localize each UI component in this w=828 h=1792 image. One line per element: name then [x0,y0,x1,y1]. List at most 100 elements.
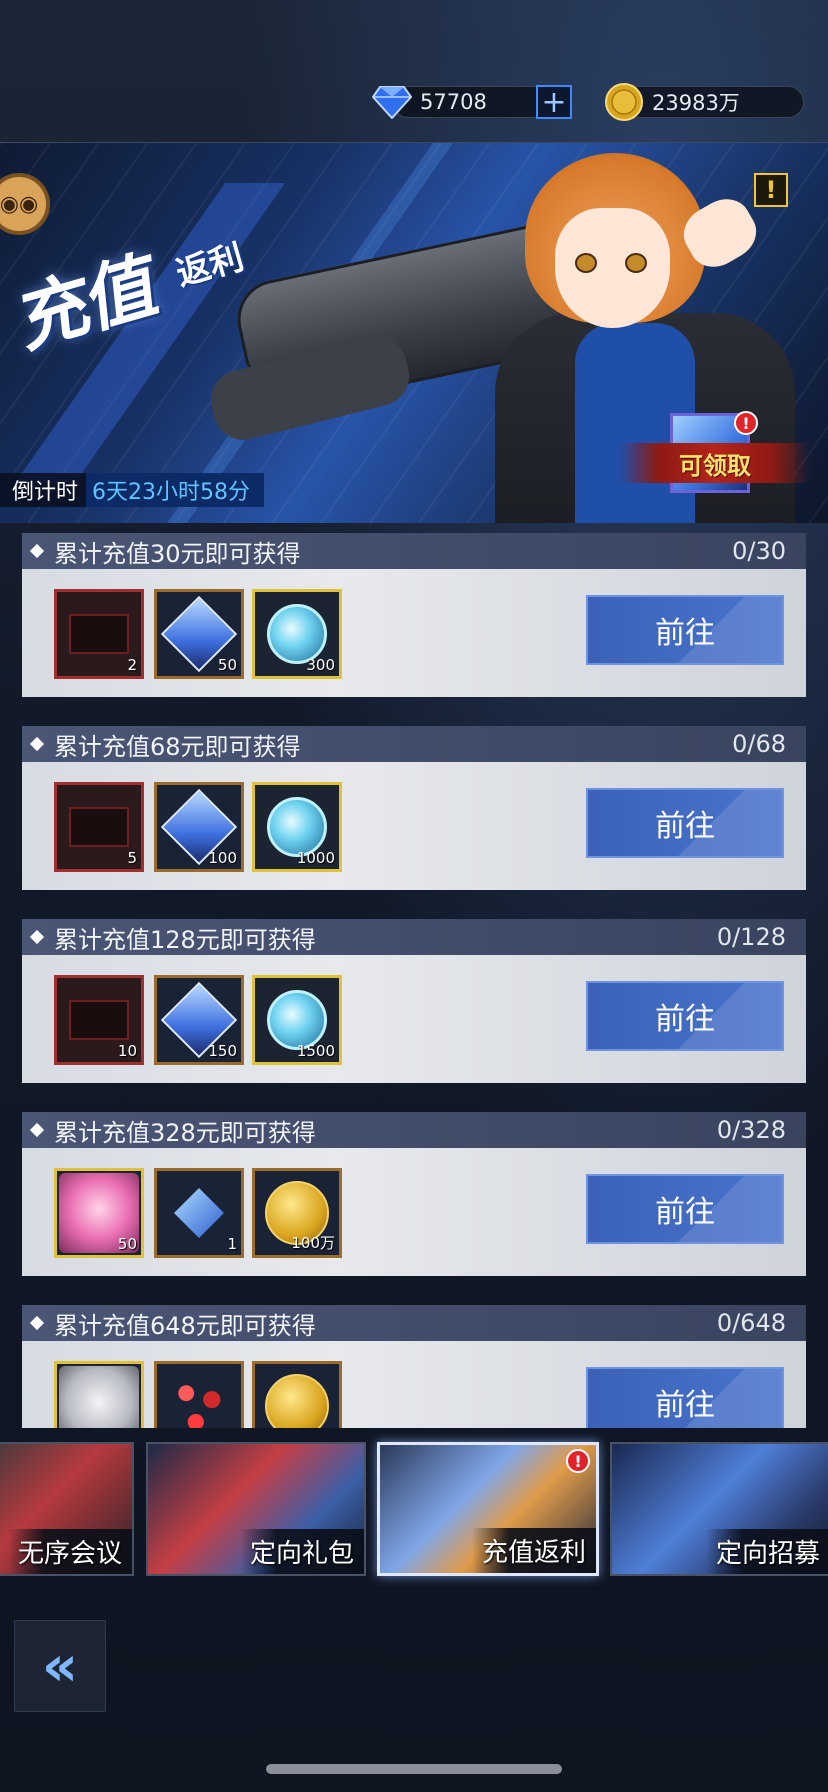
tier-body: 10 150 1500 前往 [22,955,806,1083]
tier-title: 累计充值30元即可获得 [54,539,301,568]
tier-header: 累计充值68元即可获得 0/68 [22,726,806,762]
tier-title: 累计充值128元即可获得 [54,925,316,954]
reward-count: 100 [208,849,237,867]
red-ticket-icon [69,807,129,847]
blue-chip-icon [174,1188,224,1238]
reward-item[interactable] [54,1361,144,1428]
tab-targeted-recruit[interactable]: 定向招募 [610,1442,828,1576]
tab-disorder-meeting[interactable]: 无序会议 [0,1442,134,1576]
red-ticket-icon [69,1000,129,1040]
tier-title: 累计充值68元即可获得 [54,732,301,761]
tier-header: 累计充值30元即可获得 0/30 [22,533,806,569]
tier-card: 累计充值128元即可获得 0/128 10 150 1500 前往 [22,919,806,1083]
reward-item[interactable]: 300 [252,589,342,679]
goto-button[interactable]: 前往 [586,788,784,858]
event-tabs: 无序会议 定向礼包 充值返利 ! 定向招募 [0,1442,828,1582]
tier-progress: 0/68 [732,730,786,758]
reward-item[interactable]: 50 [154,589,244,679]
tier-card: 累计充值30元即可获得 0/30 2 50 300 前往 [22,533,806,697]
gold-coin-icon [265,1374,329,1428]
blue-diamond-icon [372,82,412,122]
claim-alert-badge: ! [734,411,758,435]
reward-item[interactable]: 1 [154,1168,244,1258]
reward-item[interactable]: 150 [154,975,244,1065]
claim-ribbon: 可领取 [620,443,810,483]
reward-item[interactable]: 100 [154,782,244,872]
claim-label: 可领取 [679,450,751,480]
tier-body: 2 50 300 前往 [22,569,806,697]
tier-title: 累计充值648元即可获得 [54,1311,316,1340]
gem-currency: 57708 + [372,82,572,122]
reward-item[interactable]: 100万 [252,1168,342,1258]
add-gems-button[interactable]: + [536,84,572,120]
reward-count: 1 [227,1235,237,1253]
gem-amount: 57708 [420,90,487,114]
reward-item[interactable]: 50 [54,1168,144,1258]
tier-body: 5 100 1000 前往 [22,762,806,890]
goto-button[interactable]: 前往 [586,1367,784,1428]
reward-item[interactable]: 5 [54,782,144,872]
tier-progress: 0/128 [716,923,786,951]
reward-count: 50 [217,656,237,674]
character-eye [575,253,597,273]
tier-card: 累计充值68元即可获得 0/68 5 100 1000 前往 [22,726,806,890]
bullet-diamond-icon [29,736,45,752]
reward-tier-list[interactable]: 累计充值30元即可获得 0/30 2 50 300 前往 累计充值68元即可获得… [22,533,806,1428]
plus-icon: + [541,84,567,120]
red-shards-icon [167,1374,231,1428]
tab-label: 充值返利 [471,1528,596,1573]
bullet-diamond-icon [29,1122,45,1138]
red-ticket-icon [69,614,129,654]
cyan-orb-icon [267,990,327,1050]
reward-count: 150 [208,1042,237,1060]
tab-recharge-rebate[interactable]: 充值返利 ! [377,1442,599,1576]
tier-header: 累计充值328元即可获得 0/328 [22,1112,806,1148]
reward-item[interactable]: 2 [54,589,144,679]
home-indicator[interactable] [266,1764,562,1774]
tab-targeted-pack[interactable]: 定向礼包 [146,1442,366,1576]
character-face [555,208,670,328]
reward-count: 10 [117,1042,137,1060]
bullet-diamond-icon [29,543,45,559]
reward-item[interactable] [252,1361,342,1428]
countdown: 倒计时 6天23小时58分 [0,473,265,507]
reward-item[interactable]: 1500 [252,975,342,1065]
back-button[interactable]: « [14,1620,106,1712]
bullet-diamond-icon [29,929,45,945]
goto-button[interactable]: 前往 [586,981,784,1051]
cyan-orb-icon [267,604,327,664]
reward-count: 1000 [296,849,335,867]
reward-count: 2 [127,656,137,674]
tier-progress: 0/648 [716,1309,786,1337]
event-banner: ◉◉ 充值 返利 ! 倒计时 6天23小时58分 可领取 ! [0,143,828,523]
goto-button[interactable]: 前往 [586,1174,784,1244]
double-chevron-left-icon: « [41,1633,79,1699]
tab-label: 无序会议 [7,1529,132,1574]
reward-count: 5 [127,849,137,867]
reward-count: 1500 [296,1042,335,1060]
claim-reward-button[interactable]: 可领取 ! [620,411,820,503]
tier-body: 前往 [22,1341,806,1428]
tier-header: 累计充值128元即可获得 0/128 [22,919,806,955]
white-character-portrait-icon [59,1366,139,1428]
reward-count: 100万 [291,1234,335,1252]
character-eye [625,253,647,273]
countdown-label: 倒计时 [12,480,79,505]
bullet-diamond-icon [29,1315,45,1331]
tier-title: 累计充值328元即可获得 [54,1118,316,1147]
info-alert-button[interactable]: ! [754,173,788,207]
cyan-orb-icon [267,797,327,857]
gold-amount: 23983万 [652,91,740,115]
exclamation-icon: ! [765,176,777,204]
tier-card: 累计充值648元即可获得 0/648 前往 [22,1305,806,1428]
countdown-value: 6天23小时58分 [86,473,265,507]
gold-coin-icon [604,82,644,122]
reward-item[interactable]: 1000 [252,782,342,872]
tier-progress: 0/328 [716,1116,786,1144]
gold-currency: 23983万 [604,82,804,122]
tier-progress: 0/30 [732,537,786,565]
reward-item[interactable] [154,1361,244,1428]
reward-item[interactable]: 10 [54,975,144,1065]
goto-button[interactable]: 前往 [586,595,784,665]
owl-mascot-icon: ◉◉ [0,173,50,235]
